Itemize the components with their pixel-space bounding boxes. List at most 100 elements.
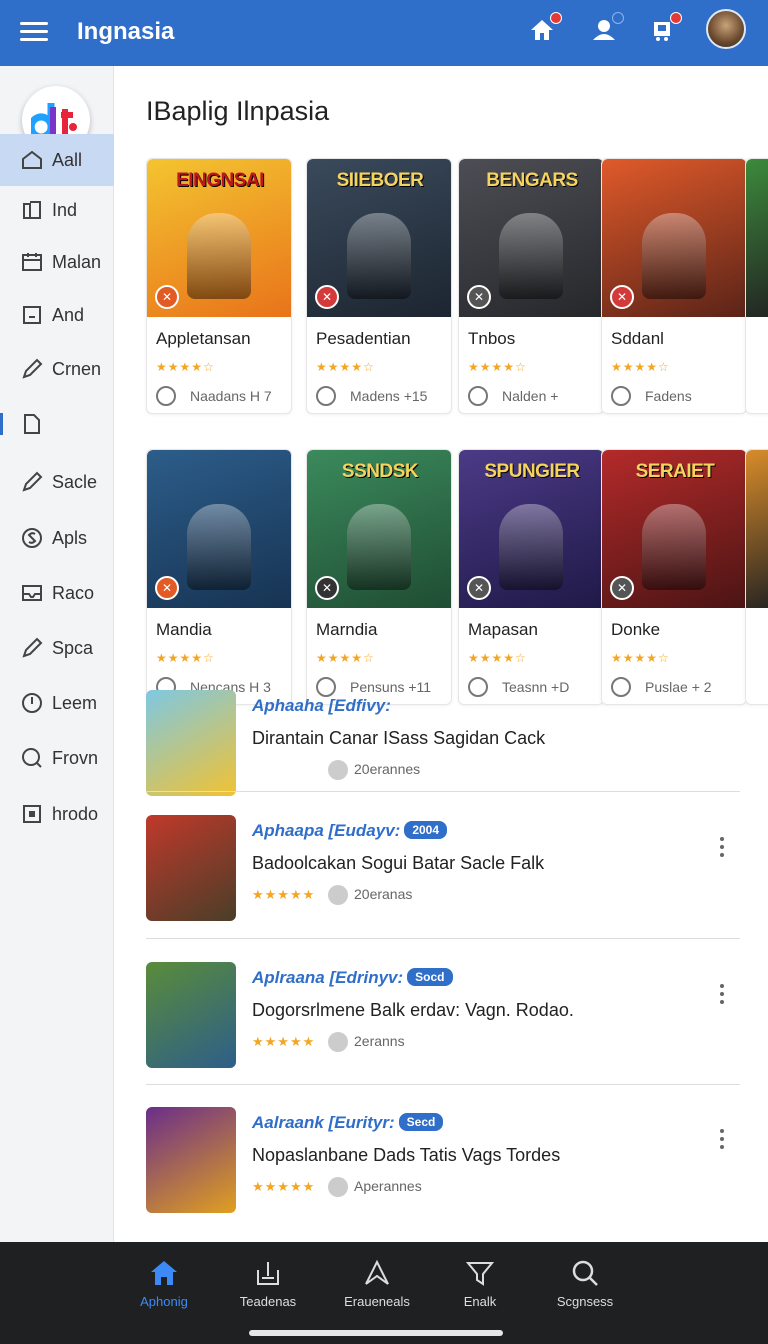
- box-icon: [20, 303, 44, 327]
- sidebar-item-malan[interactable]: Malan: [0, 236, 114, 288]
- sidebar-item-label: And: [52, 304, 85, 325]
- game-title: Marndia: [316, 620, 378, 639]
- nav-item-scgnsess[interactable]: Scgnsess: [530, 1258, 640, 1309]
- thumbnail-title: EINGNSAI: [176, 170, 264, 191]
- cart-icon[interactable]: [646, 12, 682, 46]
- rating-stars: ★★★★☆: [468, 651, 527, 665]
- top-app-bar: Ingnasia: [0, 0, 768, 66]
- user-avatar-icon: [328, 1032, 348, 1052]
- list-item-count: 20erannes: [354, 761, 421, 777]
- game-title: Mapasan: [468, 620, 538, 639]
- game-title: Donke: [611, 620, 661, 639]
- game-card[interactable]: SSNDSK ✕ Marndia ★★★★☆ Pensuns +11: [306, 449, 452, 705]
- category-badge-icon: ✕: [155, 285, 179, 309]
- avatar[interactable]: [706, 9, 746, 49]
- category-badge-icon: ✕: [467, 285, 491, 309]
- user-avatar-icon: [328, 885, 348, 905]
- thumbnail-title: SIIEBOER: [336, 170, 424, 191]
- app-title: Ingnasia: [77, 18, 175, 45]
- home-icon[interactable]: [526, 12, 562, 46]
- rating-stars: ★★★★★: [252, 1034, 316, 1049]
- character-figure: [347, 504, 411, 590]
- game-card-partial[interactable]: [745, 449, 768, 705]
- more-options-icon[interactable]: [718, 984, 726, 1006]
- nav-item-teadenas[interactable]: Teadenas: [213, 1258, 323, 1309]
- sidebar-item-aall[interactable]: Aall: [0, 134, 114, 186]
- sidebar-item-files[interactable]: [0, 398, 114, 450]
- list-item-header: Aphaapa [Eudayv: 2004: [252, 821, 448, 841]
- sidebar-item-label: Ind: [52, 199, 78, 220]
- list-item[interactable]: Aplraana [Edrinyv: Socd Dogorsrlmene Balk …: [146, 962, 740, 1072]
- game-card-partial[interactable]: [745, 158, 768, 414]
- sidebar-item-label: Aall: [52, 149, 83, 170]
- list-item-header: Aphaaha [Edfivy:: [252, 696, 391, 715]
- nav-label: Eraueneals: [344, 1294, 410, 1309]
- grid-plus-icon: [253, 1258, 283, 1288]
- game-card[interactable]: ✕ Mandia ★★★★☆ Nencans H 3: [146, 449, 292, 705]
- list-thumbnail: [146, 1107, 236, 1213]
- sidebar-item-spca[interactable]: Spca: [0, 622, 114, 674]
- menu-icon[interactable]: [20, 22, 48, 42]
- game-card[interactable]: SIIEBOER ✕ Pesadentian ★★★★☆ Madens +15: [306, 158, 452, 414]
- sidebar: Aall Ind Malan And Crnen Sacle Apls Raco Spca Lee…: [0, 66, 114, 1242]
- rating-stars: ★★★★☆: [316, 360, 375, 374]
- character-figure: [499, 504, 563, 590]
- character-figure: [187, 504, 251, 590]
- sidebar-item-label: Crnen: [52, 358, 102, 379]
- list-item[interactable]: Aphaaha [Edfivy: Dirantain Canar ISass Sa…: [146, 690, 740, 800]
- book-icon: [20, 198, 44, 222]
- sidebar-item-leem[interactable]: Leem: [0, 677, 114, 729]
- list-item[interactable]: Aphaapa [Eudayv: 2004 Badoolcakan Sogui Ba…: [146, 815, 740, 925]
- sidebar-item-sacle[interactable]: Sacle: [0, 456, 114, 508]
- character-figure: [347, 213, 411, 299]
- more-options-icon[interactable]: [718, 1129, 726, 1151]
- game-title: Appletansan: [156, 329, 251, 348]
- game-card[interactable]: BENGARS ✕ Tnbos ★★★★☆ Nalden +: [458, 158, 604, 414]
- character-figure: [187, 213, 251, 299]
- year-pill: Socd: [407, 968, 453, 986]
- nav-item-enalk[interactable]: Enalk: [425, 1258, 535, 1309]
- sidebar-item-label: Spca: [52, 637, 94, 658]
- pen-icon: [20, 357, 44, 381]
- game-card[interactable]: ✕ Sddanl ★★★★☆ Fadens: [601, 158, 747, 414]
- game-card[interactable]: SPUNGIER ✕ Mapasan ★★★★☆ Teasnn +D: [458, 449, 604, 705]
- game-thumbnail: SSNDSK ✕: [307, 450, 451, 608]
- sidebar-item-frovn[interactable]: Frovn: [0, 732, 114, 784]
- pen-icon: [20, 470, 44, 494]
- category-badge-icon: ✕: [155, 576, 179, 600]
- profile-icon[interactable]: [588, 12, 624, 46]
- game-meta: Nalden +: [468, 386, 597, 406]
- game-title: Pesadentian: [316, 329, 411, 348]
- sidebar-item-crnen[interactable]: Crnen: [0, 343, 114, 395]
- sidebar-item-ind[interactable]: Ind: [0, 184, 114, 236]
- meta-text: Nalden +: [502, 388, 559, 404]
- filter-icon: [465, 1258, 495, 1288]
- stat-icon: [156, 386, 176, 406]
- nav-label: Enalk: [463, 1294, 497, 1309]
- sidebar-item-and[interactable]: And: [0, 289, 114, 341]
- sidebar-item-apls[interactable]: Apls: [0, 512, 114, 564]
- list-divider: [146, 938, 740, 939]
- list-item-count: Aperannes: [354, 1178, 422, 1194]
- thumbnail-title: SERAIET: [635, 461, 715, 482]
- list-item[interactable]: Aalraank [Eurityr: Secd Nopaslanbane Dads …: [146, 1107, 740, 1217]
- grid-icon: [20, 802, 44, 826]
- category-badge-icon: ✕: [610, 576, 634, 600]
- character-figure: [499, 213, 563, 299]
- user-avatar-icon: [328, 1177, 348, 1197]
- sidebar-item-raco[interactable]: Raco: [0, 567, 114, 619]
- home-indicator: [249, 1330, 503, 1336]
- sidebar-item-label: Frovn: [52, 747, 99, 768]
- more-options-icon[interactable]: [718, 837, 726, 859]
- list-item-header: Aalraank [Eurityr: Secd: [252, 1113, 444, 1133]
- selection-marker: [0, 413, 3, 435]
- stat-icon: [611, 386, 631, 406]
- search-circle-icon: [20, 746, 44, 770]
- nav-item-eraueneals[interactable]: Eraueneals: [322, 1258, 432, 1309]
- game-card[interactable]: SERAIET ✕ Donke ★★★★☆ Puslae + 2: [601, 449, 747, 705]
- rating-stars: ★★★★☆: [156, 360, 215, 374]
- nav-item-aphonig[interactable]: Aphonig: [109, 1258, 219, 1309]
- sidebar-item-hrodo[interactable]: hrodo: [0, 788, 114, 840]
- list-item-header: Aplraana [Edrinyv: Socd: [252, 968, 453, 988]
- game-card[interactable]: EINGNSAI ✕ Appletansan ★★★★☆ Naadans H 7: [146, 158, 292, 414]
